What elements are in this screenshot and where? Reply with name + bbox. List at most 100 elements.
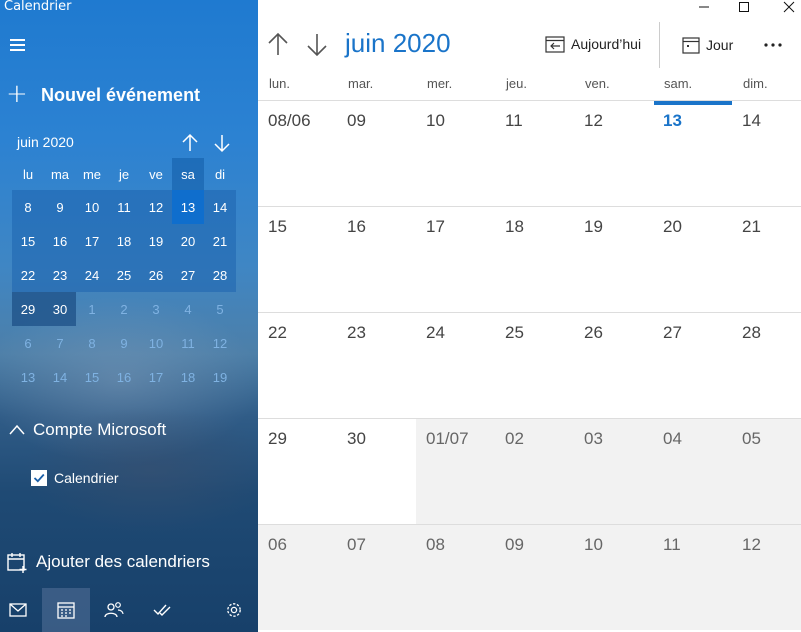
day-cell[interactable]: 20 bbox=[653, 207, 732, 312]
day-cell[interactable]: 03 bbox=[574, 419, 653, 524]
day-cell[interactable]: 10 bbox=[574, 525, 653, 630]
mini-calendar-day[interactable]: 6 bbox=[12, 326, 44, 360]
mini-calendar-day[interactable]: 2 bbox=[108, 292, 140, 326]
mini-calendar-day[interactable]: 15 bbox=[12, 224, 44, 258]
mini-calendar-day[interactable]: 12 bbox=[140, 190, 172, 224]
mini-calendar-day[interactable]: 23 bbox=[44, 258, 76, 292]
new-event-button[interactable]: + Nouvel événement bbox=[6, 80, 236, 110]
day-cell[interactable]: 13 bbox=[653, 101, 732, 206]
mail-icon[interactable] bbox=[0, 588, 42, 632]
mini-calendar-day[interactable]: 22 bbox=[12, 258, 44, 292]
hamburger-menu-icon[interactable] bbox=[6, 32, 30, 56]
maximize-icon[interactable] bbox=[729, 0, 759, 14]
day-view-button[interactable]: Jour bbox=[682, 36, 733, 54]
mini-calendar-day[interactable]: 28 bbox=[204, 258, 236, 292]
next-month-arrow-down-icon[interactable] bbox=[305, 30, 329, 58]
day-cell[interactable]: 17 bbox=[416, 207, 495, 312]
mini-calendar-day[interactable]: 13 bbox=[12, 360, 44, 394]
day-cell[interactable]: 07 bbox=[337, 525, 416, 630]
mini-calendar-day[interactable]: 30 bbox=[44, 292, 76, 326]
day-cell[interactable]: 11 bbox=[495, 101, 574, 206]
mini-calendar-day[interactable]: 27 bbox=[172, 258, 204, 292]
mini-calendar-day[interactable]: 10 bbox=[76, 190, 108, 224]
mini-calendar-day[interactable]: 8 bbox=[12, 190, 44, 224]
day-cell[interactable]: 25 bbox=[495, 313, 574, 418]
mini-calendar-month-label[interactable]: juin 2020 bbox=[17, 134, 74, 150]
mini-calendar-day[interactable]: 20 bbox=[172, 224, 204, 258]
day-cell[interactable]: 16 bbox=[337, 207, 416, 312]
settings-icon[interactable] bbox=[210, 588, 258, 632]
day-cell[interactable]: 30 bbox=[337, 419, 416, 524]
calendar-checkbox[interactable] bbox=[31, 470, 47, 486]
mini-calendar-day[interactable]: 25 bbox=[108, 258, 140, 292]
day-cell[interactable]: 21 bbox=[732, 207, 801, 312]
mini-calendar-day[interactable]: 29 bbox=[12, 292, 44, 326]
calendar-list-item[interactable]: Calendrier bbox=[31, 470, 119, 486]
calendar-icon[interactable] bbox=[42, 588, 90, 632]
mini-calendar-day[interactable]: 14 bbox=[204, 190, 236, 224]
day-cell[interactable]: 15 bbox=[258, 207, 337, 312]
mini-calendar-day[interactable]: 14 bbox=[44, 360, 76, 394]
previous-month-arrow-up-icon[interactable] bbox=[266, 30, 290, 58]
more-options-icon[interactable] bbox=[760, 32, 786, 58]
day-cell[interactable]: 23 bbox=[337, 313, 416, 418]
mini-calendar-day[interactable]: 11 bbox=[108, 190, 140, 224]
mini-calendar-day[interactable]: 17 bbox=[140, 360, 172, 394]
minimize-icon[interactable] bbox=[689, 0, 719, 14]
mini-calendar-day[interactable]: 8 bbox=[76, 326, 108, 360]
day-cell[interactable]: 08 bbox=[416, 525, 495, 630]
month-title[interactable]: juin 2020 bbox=[345, 28, 451, 59]
mini-calendar-day[interactable]: 7 bbox=[44, 326, 76, 360]
day-cell[interactable]: 06 bbox=[258, 525, 337, 630]
day-cell[interactable]: 29 bbox=[258, 419, 337, 524]
day-cell[interactable]: 19 bbox=[574, 207, 653, 312]
mini-calendar-day[interactable]: 21 bbox=[204, 224, 236, 258]
mini-calendar-day[interactable]: 12 bbox=[204, 326, 236, 360]
mini-calendar-day[interactable]: 18 bbox=[172, 360, 204, 394]
mini-calendar-next-arrow-down-icon[interactable] bbox=[212, 132, 232, 154]
mini-calendar-day[interactable]: 19 bbox=[140, 224, 172, 258]
day-cell[interactable]: 14 bbox=[732, 101, 801, 206]
day-cell[interactable]: 02 bbox=[495, 419, 574, 524]
mini-calendar-day[interactable]: 1 bbox=[76, 292, 108, 326]
mini-calendar-day[interactable]: 15 bbox=[76, 360, 108, 394]
day-cell[interactable]: 26 bbox=[574, 313, 653, 418]
day-cell[interactable]: 08/06 bbox=[258, 101, 337, 206]
account-section-toggle[interactable]: Compte Microsoft bbox=[8, 420, 166, 440]
day-cell[interactable]: 01/07 bbox=[416, 419, 495, 524]
mini-calendar-day[interactable]: 11 bbox=[172, 326, 204, 360]
mini-calendar-day[interactable]: 24 bbox=[76, 258, 108, 292]
day-cell[interactable]: 09 bbox=[495, 525, 574, 630]
mini-calendar-day[interactable]: 16 bbox=[44, 224, 76, 258]
day-cell[interactable]: 24 bbox=[416, 313, 495, 418]
close-icon[interactable] bbox=[774, 0, 801, 14]
day-cell[interactable]: 12 bbox=[732, 525, 801, 630]
mini-calendar-day[interactable]: 5 bbox=[204, 292, 236, 326]
mini-calendar-day[interactable]: 9 bbox=[108, 326, 140, 360]
day-cell[interactable]: 28 bbox=[732, 313, 801, 418]
day-cell[interactable]: 11 bbox=[653, 525, 732, 630]
mini-calendar-day[interactable]: 10 bbox=[140, 326, 172, 360]
day-cell[interactable]: 10 bbox=[416, 101, 495, 206]
mini-calendar-day[interactable]: 3 bbox=[140, 292, 172, 326]
mini-calendar-day[interactable]: 26 bbox=[140, 258, 172, 292]
mini-calendar-previous-arrow-up-icon[interactable] bbox=[180, 132, 200, 154]
day-cell[interactable]: 18 bbox=[495, 207, 574, 312]
todo-icon[interactable] bbox=[138, 588, 186, 632]
mini-calendar-day[interactable]: 13 bbox=[172, 190, 204, 224]
mini-calendar-day[interactable]: 19 bbox=[204, 360, 236, 394]
day-cell[interactable]: 22 bbox=[258, 313, 337, 418]
day-cell[interactable]: 04 bbox=[653, 419, 732, 524]
mini-calendar-day[interactable]: 16 bbox=[108, 360, 140, 394]
mini-calendar-day[interactable]: 17 bbox=[76, 224, 108, 258]
today-button[interactable]: Aujourd’hui bbox=[545, 35, 641, 53]
day-cell[interactable]: 27 bbox=[653, 313, 732, 418]
add-calendars-button[interactable]: Ajouter des calendriers bbox=[6, 551, 210, 573]
day-cell[interactable]: 12 bbox=[574, 101, 653, 206]
mini-calendar-day[interactable]: 9 bbox=[44, 190, 76, 224]
mini-calendar-day[interactable]: 18 bbox=[108, 224, 140, 258]
day-cell[interactable]: 09 bbox=[337, 101, 416, 206]
mini-calendar-day[interactable]: 4 bbox=[172, 292, 204, 326]
people-icon[interactable] bbox=[90, 588, 138, 632]
day-cell[interactable]: 05 bbox=[732, 419, 801, 524]
